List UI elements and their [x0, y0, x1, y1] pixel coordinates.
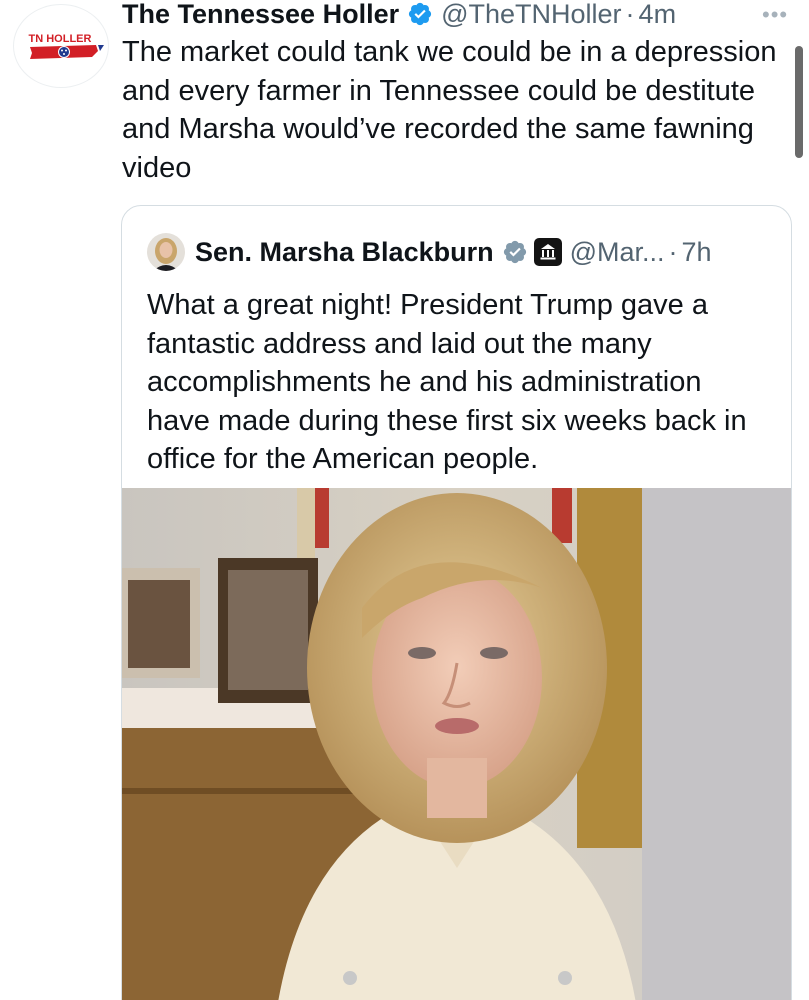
quoted-timestamp[interactable]: 7h — [682, 237, 712, 268]
verified-badge-icon — [407, 1, 433, 27]
separator-dot: · — [668, 236, 678, 267]
more-icon[interactable]: ••• — [762, 2, 788, 28]
video-thumbnail[interactable] — [122, 488, 791, 1000]
svg-text:TN HOLLER: TN HOLLER — [29, 33, 92, 45]
quoted-tweet-card[interactable]: Sen. Marsha Blackburn @Mar... · 7h What … — [121, 205, 792, 1000]
quoted-author-avatar[interactable] — [147, 233, 185, 271]
tweet-header: The Tennessee Holler @TheTNHoller · 4m — [122, 0, 676, 31]
capitol-building-icon — [533, 238, 562, 266]
separator-dot: · — [625, 0, 635, 29]
tweet-text: The market could tank we could be in a d… — [122, 36, 777, 184]
tn-holler-avatar[interactable]: TN HOLLER — [13, 4, 109, 88]
government-verified-icon — [502, 239, 528, 265]
scrollbar[interactable] — [795, 46, 803, 158]
timestamp[interactable]: 4m — [639, 0, 677, 30]
quoted-tweet-header: Sen. Marsha Blackburn @Mar... · 7h — [147, 233, 712, 271]
author-handle[interactable]: @TheTNHoller — [441, 0, 621, 30]
quoted-author-handle[interactable]: @Mar... — [570, 237, 665, 268]
author-name[interactable]: The Tennessee Holler — [122, 0, 399, 30]
quoted-author-name[interactable]: Sen. Marsha Blackburn — [195, 237, 494, 268]
quoted-tweet-text: What a great night! President Trump gave… — [147, 289, 747, 475]
